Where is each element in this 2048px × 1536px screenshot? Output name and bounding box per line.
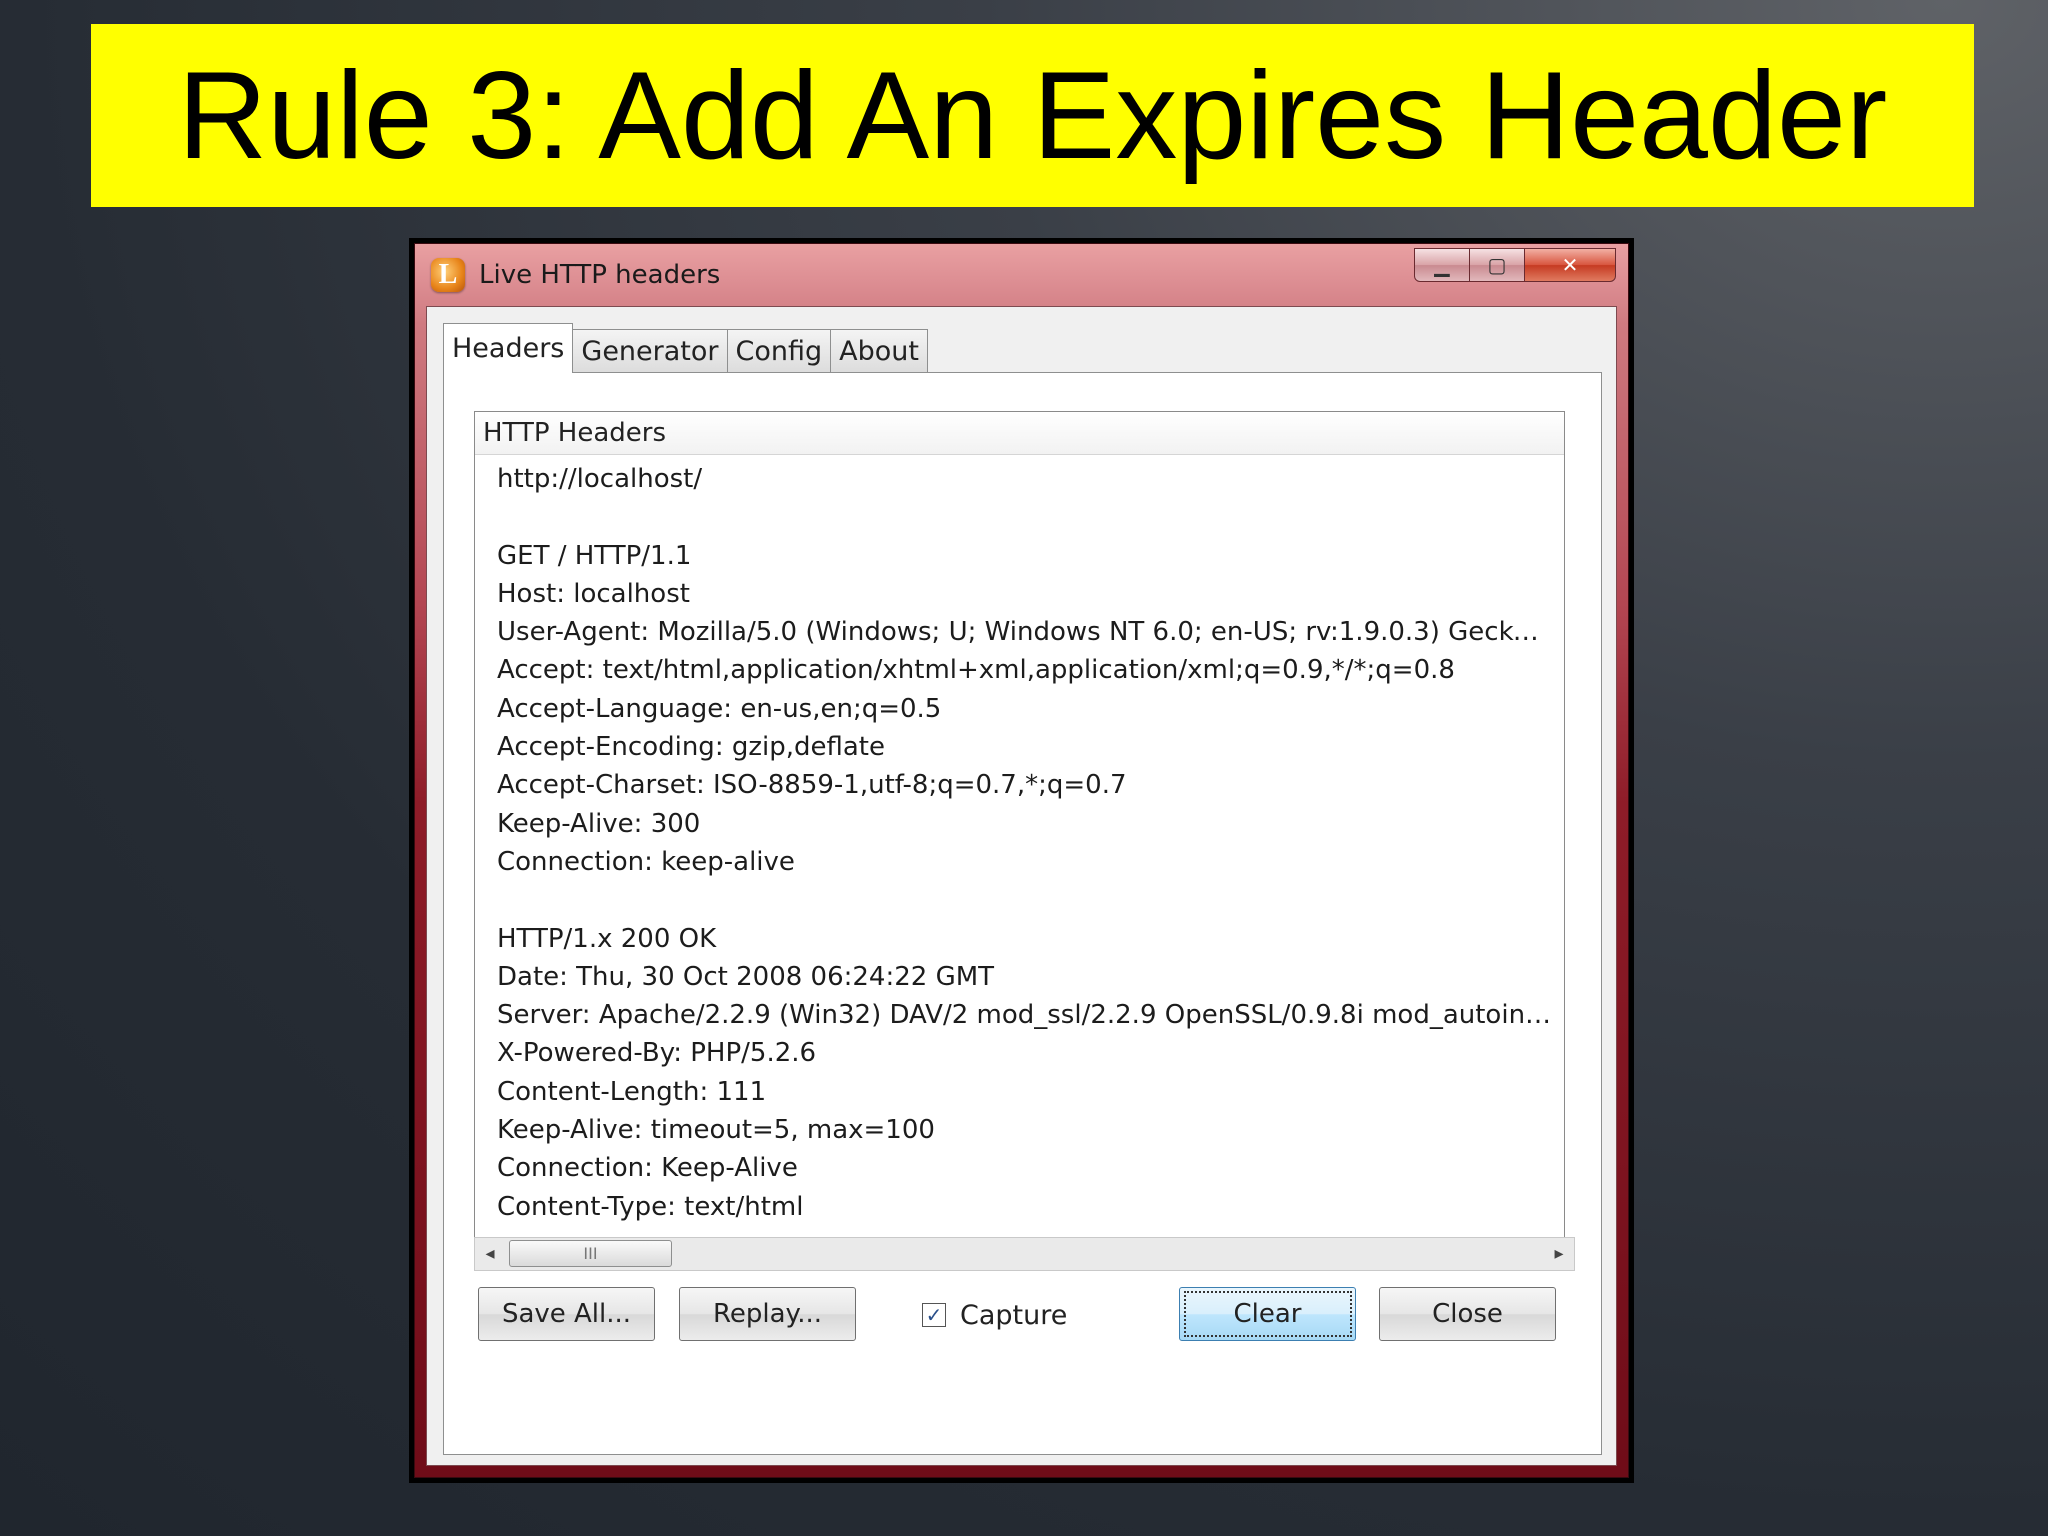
- header-line[interactable]: http://localhost/: [497, 460, 1554, 498]
- header-blank-line[interactable]: [497, 498, 1554, 536]
- tab-about[interactable]: About: [830, 329, 928, 373]
- header-line[interactable]: Server: Apache/2.2.9 (Win32) DAV/2 mod_s…: [497, 996, 1554, 1034]
- clear-button[interactable]: Clear: [1179, 1287, 1356, 1341]
- horizontal-scrollbar[interactable]: ◂ III ▸: [474, 1237, 1575, 1271]
- slide-title: Rule 3: Add An Expires Header: [91, 24, 1974, 207]
- window-title: Live HTTP headers: [479, 260, 721, 290]
- firefox-extension-logo-icon: L: [431, 258, 465, 292]
- window-controls: ▁ ▢ ✕: [1414, 248, 1616, 282]
- clear-button-label: Clear: [1183, 1291, 1352, 1337]
- window-client-area: Headers Generator Config About HTTP Head…: [426, 306, 1617, 1466]
- header-line[interactable]: Host: localhost: [497, 575, 1554, 613]
- header-line[interactable]: User-Agent: Mozilla/5.0 (Windows; U; Win…: [497, 613, 1554, 651]
- minimize-button[interactable]: ▁: [1414, 248, 1470, 282]
- header-line[interactable]: Content-Type: text/html: [497, 1188, 1554, 1226]
- save-all-button[interactable]: Save All...: [478, 1287, 655, 1341]
- column-header-http-headers[interactable]: HTTP Headers: [475, 412, 1564, 455]
- scrollbar-thumb[interactable]: III: [509, 1240, 672, 1267]
- capture-toggle[interactable]: ✓ Capture: [922, 1293, 1067, 1337]
- header-line[interactable]: Date: Thu, 30 Oct 2008 06:24:22 GMT: [497, 958, 1554, 996]
- header-line[interactable]: Accept: text/html,application/xhtml+xml,…: [497, 651, 1554, 689]
- scroll-right-arrow-icon[interactable]: ▸: [1544, 1238, 1574, 1270]
- header-line[interactable]: Accept-Charset: ISO-8859-1,utf-8;q=0.7,*…: [497, 766, 1554, 804]
- scroll-left-arrow-icon[interactable]: ◂: [475, 1238, 505, 1270]
- window-titlebar[interactable]: L Live HTTP headers ▁ ▢ ✕: [415, 244, 1628, 306]
- capture-label: Capture: [960, 1299, 1068, 1331]
- header-line[interactable]: Keep-Alive: 300: [497, 805, 1554, 843]
- header-line[interactable]: GET / HTTP/1.1: [497, 537, 1554, 575]
- header-line[interactable]: Connection: Keep-Alive: [497, 1149, 1554, 1187]
- header-line[interactable]: Content-Length: 111: [497, 1073, 1554, 1111]
- header-line[interactable]: X-Powered-By: PHP/5.2.6: [497, 1034, 1554, 1072]
- header-line[interactable]: Accept-Encoding: gzip,deflate: [497, 728, 1554, 766]
- tab-config[interactable]: Config: [726, 329, 832, 373]
- screenshot-frame: L Live HTTP headers ▁ ▢ ✕ Headers Genera…: [409, 238, 1634, 1483]
- capture-checkbox[interactable]: ✓: [922, 1303, 946, 1327]
- tab-generator[interactable]: Generator: [572, 329, 728, 373]
- header-line[interactable]: Accept-Language: en-us,en;q=0.5: [497, 690, 1554, 728]
- live-http-headers-window: L Live HTTP headers ▁ ▢ ✕ Headers Genera…: [414, 243, 1629, 1478]
- header-lines: http://localhost/ GET / HTTP/1.1 Host: lo…: [497, 460, 1554, 1226]
- headers-tab-panel: HTTP Headers http://localhost/ GET / HTT…: [443, 372, 1602, 1455]
- tab-headers[interactable]: Headers: [443, 323, 574, 373]
- header-line[interactable]: Connection: keep-alive: [497, 843, 1554, 881]
- header-blank-line[interactable]: [497, 881, 1554, 919]
- maximize-button[interactable]: ▢: [1469, 248, 1525, 282]
- header-line[interactable]: Keep-Alive: timeout=5, max=100: [497, 1111, 1554, 1149]
- tab-strip: Headers Generator Config About: [443, 323, 928, 373]
- replay-button[interactable]: Replay...: [679, 1287, 856, 1341]
- close-button[interactable]: Close: [1379, 1287, 1556, 1341]
- http-headers-list[interactable]: HTTP Headers http://localhost/ GET / HTT…: [474, 411, 1565, 1238]
- header-line[interactable]: HTTP/1.x 200 OK: [497, 920, 1554, 958]
- close-window-button[interactable]: ✕: [1524, 248, 1616, 282]
